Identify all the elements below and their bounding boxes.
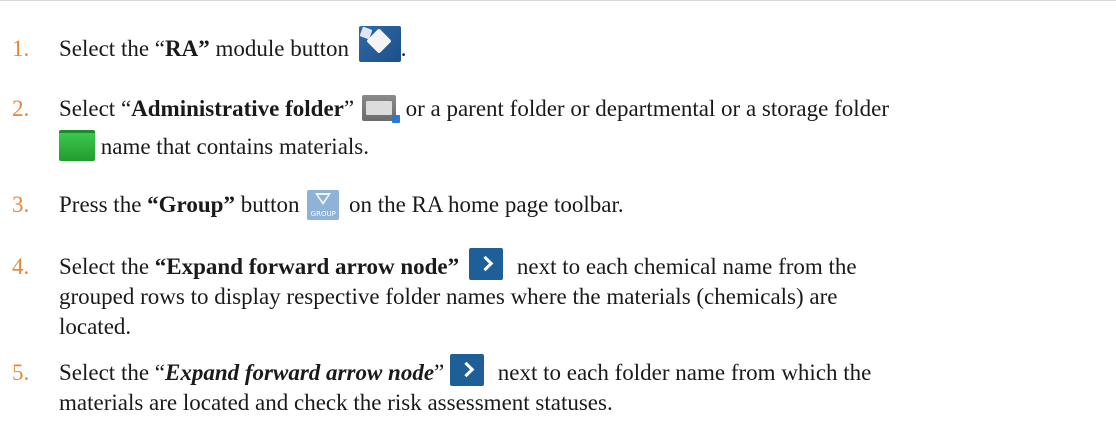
step-text-mid: button — [234, 192, 306, 217]
step-text-post: on the RA home page toolbar. — [343, 192, 624, 217]
step-text-bold: Administrative folder — [131, 96, 344, 121]
step-number: 5. — [12, 360, 30, 385]
step-text-line2: materials are located and check the risk… — [59, 390, 613, 415]
group-icon: GROUP — [307, 189, 340, 220]
step-text-bold: Expand forward arrow node — [165, 360, 435, 385]
storage-folder-icon — [59, 130, 95, 162]
step-number: 1. — [12, 36, 30, 61]
step-text-post: module button — [209, 36, 350, 61]
step-text-mid: ” — [343, 96, 360, 121]
step-text-mid: ” — [434, 360, 451, 385]
step-number: 2. — [12, 96, 30, 121]
step-text-post: next to each folder name from which the — [492, 360, 872, 385]
expand-arrow-icon — [469, 247, 504, 280]
step-text-pre: Press the — [59, 192, 148, 217]
step-text-line2-text: name that contains materials. — [95, 134, 369, 159]
step-text: Press the “Group” button GROUP on the RA… — [59, 188, 1109, 222]
step-text: Select “Administrative folder” or a pare… — [59, 92, 1109, 126]
step-text-line2: name that contains materials. — [59, 130, 1109, 164]
ra-dice-icon — [358, 25, 401, 62]
expand-arrow-icon — [450, 353, 485, 386]
step-text-bold: RA” — [165, 36, 210, 61]
step-text-line3: located. — [59, 314, 132, 339]
step-number: 4. — [12, 254, 30, 279]
step-text-post: or a parent folder or departmental or a … — [399, 96, 890, 121]
step-text: Select the “Expand forward arrow node” n… — [59, 247, 1109, 284]
admin-folder-icon — [361, 94, 400, 123]
step-text-bold: “Expand forward arrow node” — [154, 254, 460, 279]
step-text: Select the “Expand forward arrow node” n… — [59, 353, 1109, 390]
group-icon-label: GROUP — [310, 209, 336, 218]
step-text: Select the “RA” module button . — [59, 25, 1109, 66]
step-number: 3. — [12, 192, 30, 217]
step-text-pre: Select the “ — [59, 36, 166, 61]
step-text-post: next to each chemical name from the — [511, 254, 857, 279]
step-text-bold: “Group” — [147, 192, 235, 217]
step-text-pre: Select “ — [59, 96, 132, 121]
step-text-pre: Select the “ — [59, 360, 166, 385]
step-text-line2: grouped rows to display respective folde… — [59, 284, 838, 309]
top-divider — [0, 0, 1116, 1]
step-text-pre: Select the — [59, 254, 155, 279]
step-text-trail: . — [400, 36, 407, 61]
